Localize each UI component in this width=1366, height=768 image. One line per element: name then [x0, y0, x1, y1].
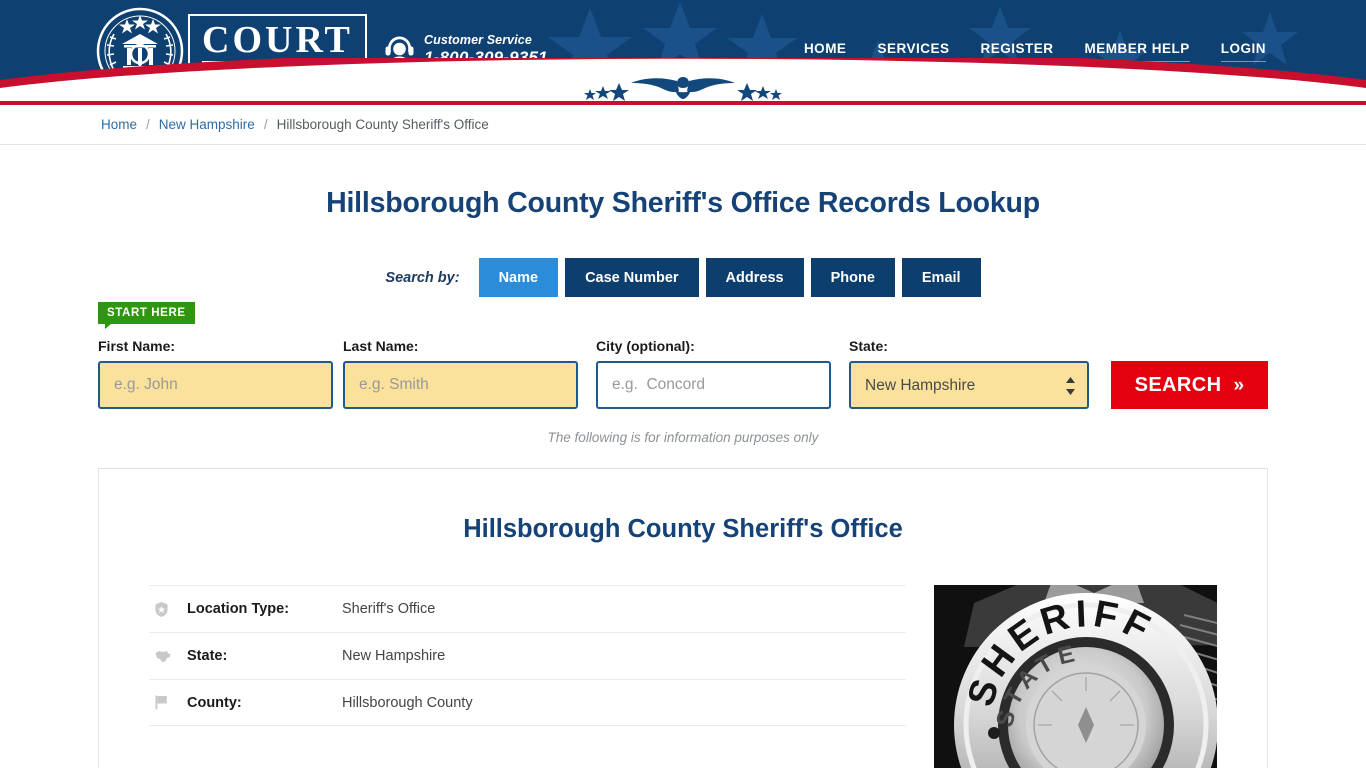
eagle-emblem-icon — [584, 77, 782, 101]
tab-address[interactable]: Address — [705, 258, 804, 297]
detail-key: County: — [187, 694, 242, 711]
search-by-tabs: Search by: Name Case Number Address Phon… — [0, 258, 1366, 297]
detail-value: Hillsborough County — [342, 694, 473, 711]
breadcrumb-separator: / — [146, 117, 150, 132]
breadcrumb-current: Hillsborough County Sheriff's Office — [276, 117, 489, 132]
badge-icon — [149, 601, 187, 617]
record-card: Hillsborough County Sheriff's Office Loc… — [98, 468, 1268, 768]
state-group: State: New Hampshire — [849, 338, 1089, 409]
city-label: City (optional): — [596, 338, 695, 354]
flag-icon — [149, 695, 187, 710]
detail-value: Sheriff's Office — [342, 601, 436, 617]
city-input[interactable] — [596, 361, 831, 409]
tab-name[interactable]: Name — [478, 258, 559, 297]
breadcrumb-separator: / — [263, 117, 268, 132]
search-section: Hillsborough County Sheriff's Office Rec… — [0, 145, 1366, 445]
search-form: START HERE First Name: Last Name: City (… — [98, 297, 1268, 445]
first-name-input[interactable] — [98, 361, 333, 409]
search-button[interactable]: SEARCH » — [1111, 361, 1268, 409]
detail-key: State: — [187, 648, 228, 664]
record-card-title: Hillsborough County Sheriff's Office — [463, 515, 903, 543]
page-title: Hillsborough County Sheriff's Office Rec… — [326, 187, 1040, 219]
first-name-group: First Name: — [98, 338, 333, 409]
state-select[interactable]: New Hampshire — [849, 361, 1089, 409]
tab-email[interactable]: Email — [901, 258, 981, 297]
record-detail-table: Location Type: Sheriff's Office State: N… — [149, 585, 906, 768]
breadcrumb: Home / New Hampshire / Hillsborough Coun… — [101, 117, 489, 132]
site-header: COURT CASE FINDER Customer Service 1-800… — [0, 0, 1366, 101]
state-label: State: — [849, 338, 888, 354]
table-row: County: Hillsborough County — [149, 679, 906, 726]
customer-service-label: Customer Service — [424, 33, 532, 47]
breadcrumb-state[interactable]: New Hampshire — [159, 117, 255, 132]
sheriff-badge-photo: SHERIFF STATE — [934, 585, 1217, 768]
last-name-label: Last Name: — [343, 338, 419, 354]
detail-key: Location Type: — [187, 601, 290, 617]
table-row: State: New Hampshire — [149, 632, 906, 679]
us-map-icon — [149, 650, 187, 663]
tab-phone[interactable]: Phone — [810, 258, 895, 297]
search-by-label: Search by: — [385, 269, 460, 286]
breadcrumb-bar: Home / New Hampshire / Hillsborough Coun… — [0, 105, 1366, 145]
tab-case-number[interactable]: Case Number — [565, 258, 699, 297]
search-button-label: SEARCH — [1134, 373, 1222, 396]
detail-value: New Hampshire — [342, 648, 446, 664]
logo-word: COURT — [202, 18, 353, 63]
last-name-group: Last Name: — [343, 338, 578, 409]
record-card-body: Location Type: Sheriff's Office State: N… — [149, 585, 1217, 768]
table-row: Location Type: Sheriff's Office — [149, 585, 906, 632]
first-name-label: First Name: — [98, 338, 176, 354]
breadcrumb-home[interactable]: Home — [101, 117, 137, 132]
search-form-row: First Name: Last Name: City (optional): … — [98, 309, 1268, 409]
city-group: City (optional): — [596, 338, 831, 409]
information-note: The following is for information purpose… — [547, 430, 819, 445]
start-here-badge: START HERE — [98, 302, 195, 329]
last-name-input[interactable] — [343, 361, 578, 409]
double-chevron-right-icon: » — [1233, 374, 1245, 396]
